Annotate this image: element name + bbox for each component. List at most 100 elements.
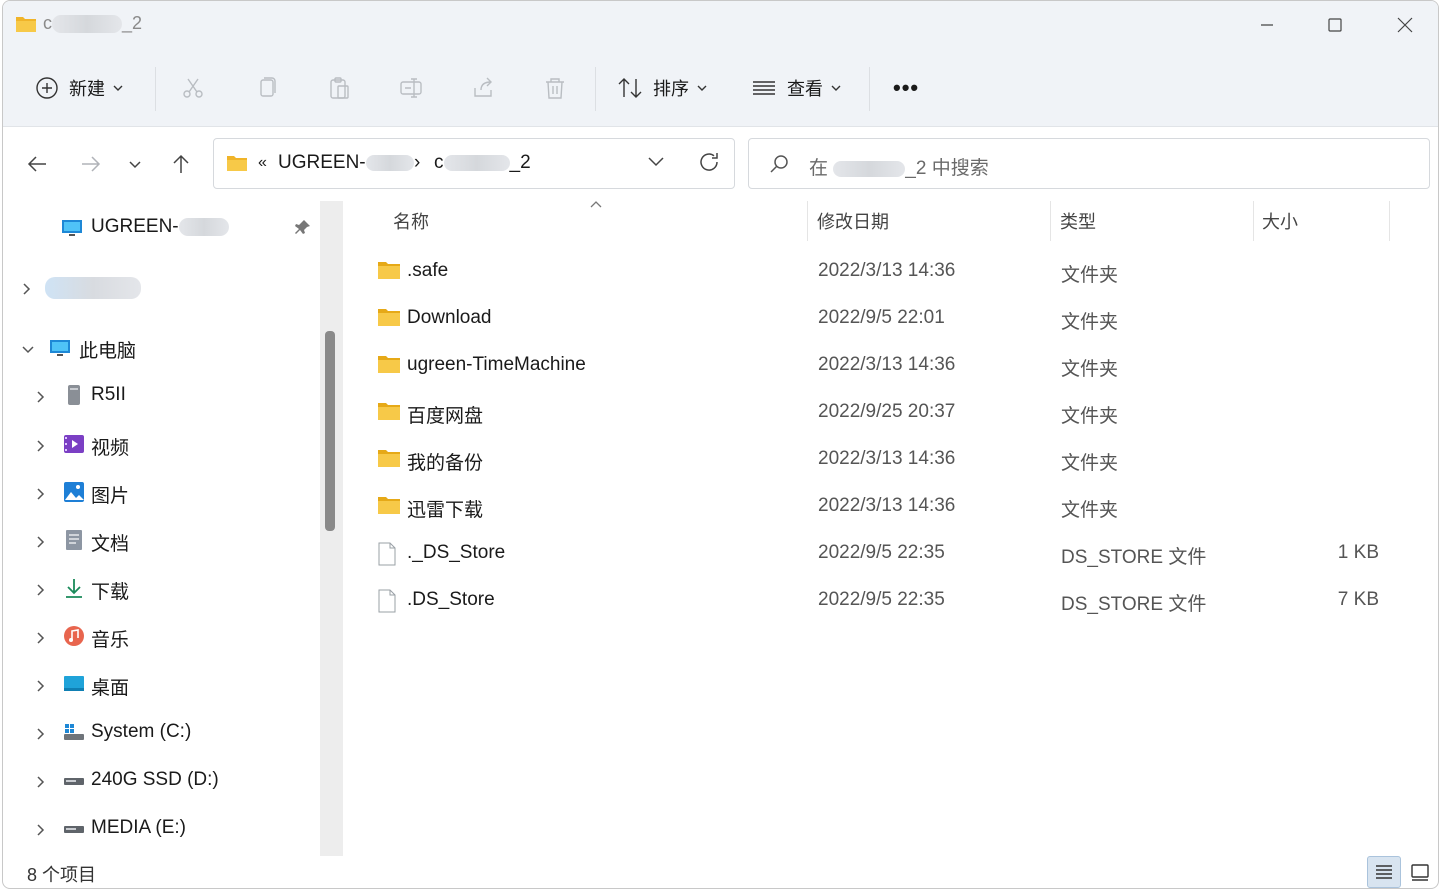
breadcrumb-item[interactable]: c _2 <box>434 152 531 174</box>
file-type: 文件夹 <box>1061 359 1119 380</box>
chevron-right-icon <box>37 680 45 692</box>
file-row[interactable]: 我的备份 2022/3/13 14:36 文件夹 <box>361 436 1421 482</box>
chevron-right-icon <box>37 632 45 644</box>
chevron-right-icon <box>37 391 45 403</box>
file-row[interactable]: ._DS_Store 2022/9/5 22:35 DS_STORE 文件 1 KB <box>361 530 1421 576</box>
pictures-icon <box>64 482 84 502</box>
breadcrumb-item[interactable]: UGREEN- <box>278 152 414 174</box>
back-button[interactable] <box>19 146 55 182</box>
paste-button[interactable] <box>327 65 351 111</box>
expand-chevron[interactable] <box>33 821 47 836</box>
up-button[interactable] <box>163 146 199 182</box>
folder-icon <box>378 262 400 279</box>
more-options-button[interactable]: ••• <box>893 65 919 111</box>
expand-chevron[interactable] <box>33 677 47 692</box>
expand-chevron[interactable] <box>33 773 47 788</box>
file-date: 2022/3/13 14:36 <box>818 495 956 516</box>
sidebar-item-this-pc[interactable]: 此电脑 <box>3 327 319 367</box>
monitor-icon <box>62 220 82 236</box>
sidebar-item-network-location[interactable] <box>3 267 319 307</box>
column-header-type[interactable]: 类型 <box>1060 201 1250 241</box>
more-icon: ••• <box>893 75 920 100</box>
sidebar-item-downloads[interactable]: 下载 <box>3 568 319 608</box>
maximize-button[interactable] <box>1303 5 1367 45</box>
details-view-button[interactable] <box>1367 856 1401 888</box>
new-button[interactable]: 新建 <box>35 65 123 111</box>
chevron-right-icon <box>37 584 45 596</box>
expand-chevron[interactable] <box>33 725 47 740</box>
file-size: 1 KB <box>1337 542 1379 563</box>
column-divider[interactable] <box>1050 201 1051 241</box>
file-row[interactable]: .safe 2022/3/13 14:36 文件夹 <box>361 248 1421 294</box>
sidebar-item-videos[interactable]: 视频 <box>3 424 319 464</box>
share-button[interactable] <box>471 65 495 111</box>
sidebar-item-pictures[interactable]: 图片 <box>3 472 319 512</box>
sidebar-scrollbar-thumb[interactable] <box>325 331 335 531</box>
search-box[interactable]: 在 _2 中搜索 <box>748 138 1430 189</box>
address-bar[interactable]: « UGREEN- › c _2 <box>213 138 735 189</box>
forward-button[interactable] <box>73 146 109 182</box>
desktop-icon <box>64 676 84 691</box>
sidebar-item-r5ii[interactable]: R5II <box>3 375 319 415</box>
sidebar-item-ssd-d[interactable]: 240G SSD (D:) <box>3 760 319 800</box>
sidebar-item-media-e[interactable]: MEDIA (E:) <box>3 808 319 848</box>
close-button[interactable] <box>1373 5 1437 45</box>
file-name: .safe <box>407 260 449 281</box>
rename-button[interactable] <box>399 65 423 111</box>
expand-chevron[interactable] <box>33 581 47 596</box>
minimize-button[interactable] <box>1235 5 1299 45</box>
column-divider[interactable] <box>807 201 808 241</box>
file-type: 文件夹 <box>1061 312 1119 333</box>
copy-button[interactable] <box>255 65 279 111</box>
arrow-up-icon <box>173 154 189 173</box>
arrow-left-icon <box>27 156 46 172</box>
file-row[interactable]: 迅雷下载 2022/3/13 14:36 文件夹 <box>361 483 1421 529</box>
sort-button[interactable]: 排序 <box>617 65 707 111</box>
column-divider[interactable] <box>1253 201 1254 241</box>
drive-icon <box>64 826 84 833</box>
sidebar-item-documents[interactable]: 文档 <box>3 520 319 560</box>
sidebar-item-desktop[interactable]: 桌面 <box>3 664 319 704</box>
file-icon <box>378 589 396 613</box>
column-header-date[interactable]: 修改日期 <box>817 201 1047 241</box>
cut-button[interactable] <box>181 65 205 111</box>
sidebar-item-pinned-nas[interactable]: UGREEN- <box>3 207 319 247</box>
file-row[interactable]: Download 2022/9/5 22:01 文件夹 <box>361 295 1421 341</box>
expand-chevron[interactable] <box>33 629 47 644</box>
expand-chevron[interactable] <box>21 340 35 354</box>
expand-chevron[interactable] <box>33 388 47 403</box>
clipboard-icon <box>330 77 349 99</box>
file-date: 2022/9/25 20:37 <box>818 401 956 422</box>
sidebar-item-music[interactable]: 音乐 <box>3 616 319 656</box>
breadcrumb-separator: › <box>414 152 421 173</box>
recent-locations-button[interactable] <box>117 146 153 182</box>
expand-chevron[interactable] <box>33 485 47 500</box>
file-row[interactable]: ugreen-TimeMachine 2022/3/13 14:36 文件夹 <box>361 342 1421 388</box>
column-header-size[interactable]: 大小 <box>1262 201 1387 241</box>
file-date: 2022/3/13 14:36 <box>818 354 956 375</box>
folder-icon <box>378 497 400 514</box>
column-divider[interactable] <box>1389 201 1390 241</box>
file-size: 7 KB <box>1337 589 1379 610</box>
expand-chevron[interactable] <box>33 533 47 548</box>
file-name: 百度网盘 <box>407 406 484 427</box>
minimize-icon <box>1261 24 1273 26</box>
large-icons-view-button[interactable] <box>1403 856 1437 888</box>
expand-chevron[interactable] <box>19 280 33 295</box>
file-type: 文件夹 <box>1061 265 1119 286</box>
file-name: .DS_Store <box>407 589 495 610</box>
expand-chevron[interactable] <box>33 437 47 452</box>
pin-icon[interactable] <box>295 219 311 235</box>
file-row[interactable]: 百度网盘 2022/9/25 20:37 文件夹 <box>361 389 1421 435</box>
refresh-button[interactable] <box>698 151 724 177</box>
address-dropdown-button[interactable] <box>646 151 672 177</box>
chevron-right-icon <box>23 283 31 295</box>
breadcrumb-overflow[interactable]: « <box>258 154 267 172</box>
sidebar-item-system-c[interactable]: System (C:) <box>3 712 319 752</box>
sort-ascending-icon <box>590 201 602 208</box>
chevron-right-icon <box>37 440 45 452</box>
delete-button[interactable] <box>543 65 567 111</box>
view-button[interactable]: 查看 <box>751 65 841 111</box>
chevron-right-icon <box>37 824 45 836</box>
file-row[interactable]: .DS_Store 2022/9/5 22:35 DS_STORE 文件 7 KB <box>361 577 1421 623</box>
